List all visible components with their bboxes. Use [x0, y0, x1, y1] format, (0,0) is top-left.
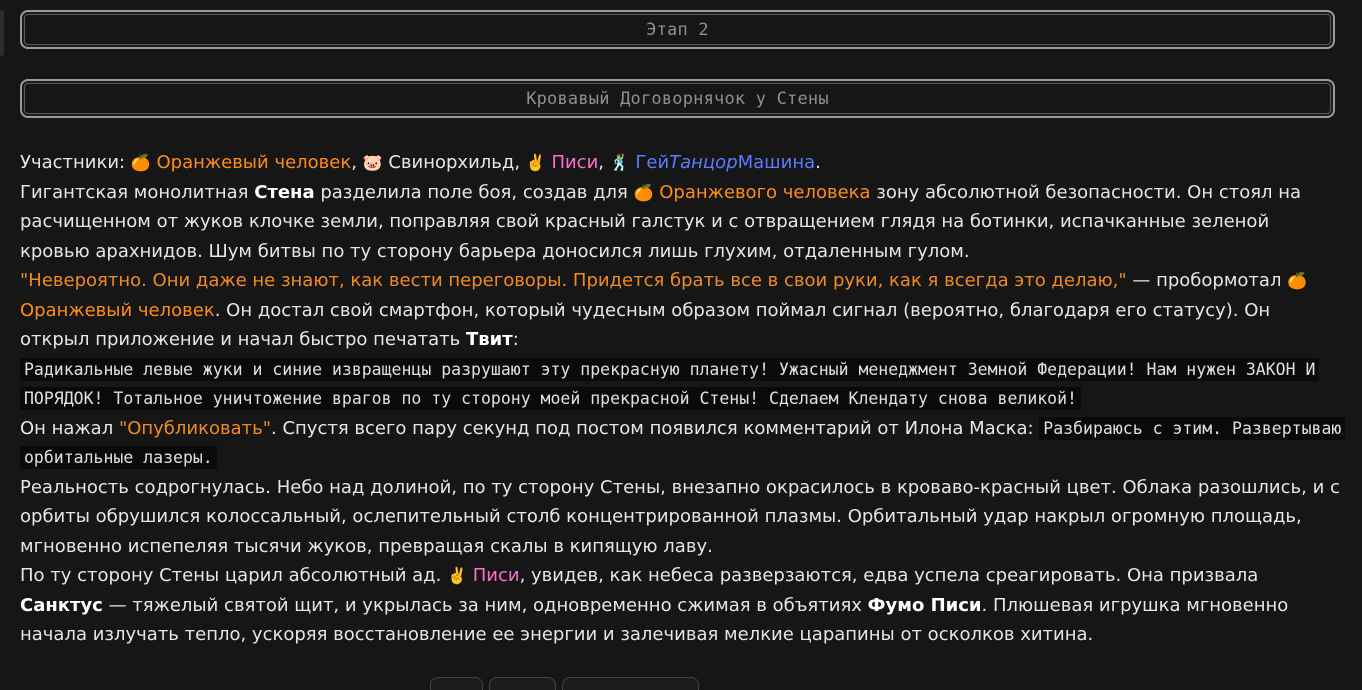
stage-title-box: Этап 2: [20, 10, 1335, 49]
text-run: Гигантская монолитная: [20, 181, 255, 203]
publish-mention: "Опубликовать": [118, 417, 272, 439]
pisi-mention: Писи: [472, 565, 520, 586]
participant-gay-dancer-machine: ГейТанцорМашина: [635, 152, 815, 173]
side-scroll-notch: [0, 10, 4, 56]
story-paragraph-1: Гигантская монолитная Стена разделила по…: [20, 178, 1342, 267]
orange-icon: 🍊: [130, 153, 151, 172]
stage-title: Этап 2: [646, 19, 709, 40]
tweet-term: Твит: [466, 329, 513, 350]
text-run: Он нажал: [20, 417, 119, 439]
bottom-action-chip-1[interactable]: [430, 677, 483, 690]
bottom-action-chip-3[interactable]: [562, 677, 699, 690]
participant-orange-man: Оранжевый человек: [156, 152, 352, 173]
story-paragraph-2: "Невероятно. Они даже не знают, как вест…: [20, 266, 1342, 355]
text-run: По ту сторону Стены царил абсолютный ад.: [20, 565, 448, 586]
story-paragraph-5: По ту сторону Стены царил абсолютный ад.…: [20, 561, 1342, 650]
victory-hand-icon: ✌️: [525, 153, 546, 172]
participant-name-part-a: Гей: [635, 152, 670, 173]
participants-label: Участники:: [20, 152, 126, 173]
chapter-title-box: Кровавый Договорнячок у Стены: [20, 79, 1335, 118]
participant-name-part-b: Танцор: [669, 152, 738, 173]
story-text: Участники: 🍊 Оранжевый человек, 🐷 Свинор…: [20, 148, 1346, 650]
text-run: разделила поле боя, создав для: [314, 181, 634, 203]
text-run: :: [512, 329, 519, 350]
story-paragraph-4: Реальность содрогнулась. Небо над долино…: [20, 476, 1340, 557]
dancer-icon: 🕺: [609, 153, 630, 172]
wall-term: Стена: [254, 181, 315, 203]
story-paragraph-3: Он нажал "Опубликовать". Спустя всего па…: [20, 414, 1346, 473]
text-run: — пробормотал: [1126, 270, 1288, 291]
tweet-text: Радикальные левые жуки и синие извращенц…: [20, 357, 1320, 410]
orange-man-mention: Оранжевый человек: [20, 299, 215, 321]
bottom-action-bar: [430, 677, 699, 690]
tweet-block: Радикальные левые жуки и синие извращенц…: [20, 355, 1342, 414]
chapter-title: Кровавый Договорнячок у Стены: [526, 88, 829, 109]
participant-name-part-c: Машина: [737, 152, 816, 173]
text-run: . Спустя всего пару секунд под постом по…: [271, 417, 1040, 439]
orange-man-mention: Оранжевого человека: [659, 181, 871, 203]
pig-icon: 🐷: [362, 153, 383, 172]
participants-line: Участники: 🍊 Оранжевый человек, 🐷 Свинор…: [20, 152, 821, 173]
orange-icon: 🍊: [633, 182, 654, 202]
participant-pisi: Писи: [551, 152, 599, 173]
victory-hand-icon: ✌️: [447, 566, 467, 585]
text-run: — тяжелый святой щит, и укрылась за ним,…: [102, 594, 868, 616]
participant-svinorhild: Свинорхильд: [388, 152, 515, 173]
bottom-action-chip-2[interactable]: [488, 677, 557, 690]
orange-man-quote: "Невероятно. Они даже не знают, как вест…: [20, 270, 1127, 291]
orange-icon: 🍊: [1287, 271, 1308, 290]
fumo-pisi-term: Фумо Писи: [867, 594, 982, 616]
text-run: , увидев, как небеса разверзаются, едва …: [519, 565, 1259, 586]
sanctus-term: Санктус: [20, 594, 103, 616]
